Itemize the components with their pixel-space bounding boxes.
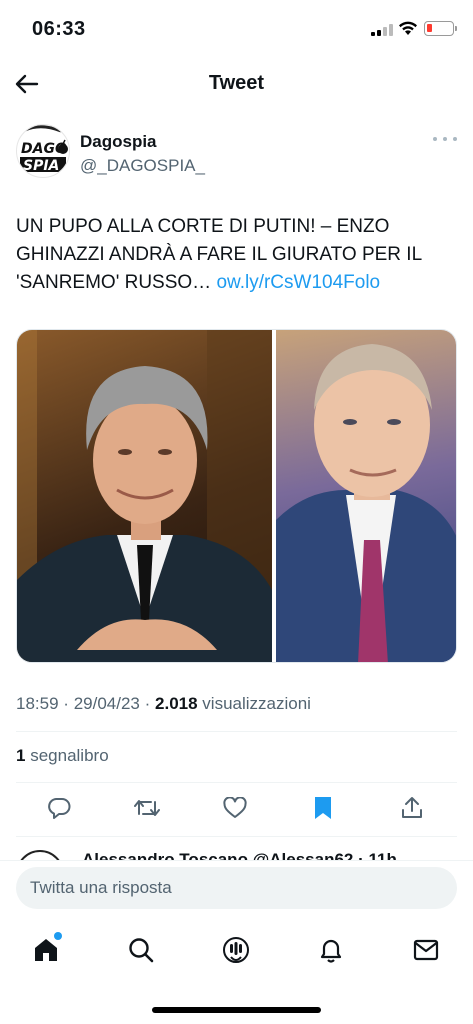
share-button[interactable] [396, 792, 428, 824]
tab-notifications[interactable] [313, 932, 349, 968]
bottom-tab-bar [0, 924, 473, 980]
page-title: Tweet [208, 72, 265, 94]
tab-search[interactable] [123, 932, 159, 968]
reply-preview[interactable]: Alessandro Toscano @Alessan62 · 11h [16, 840, 457, 860]
tab-messages[interactable] [408, 932, 444, 968]
avatar[interactable]: DAGO SPIA [16, 124, 70, 178]
bookmarks-count[interactable]: 1 segnalibro [16, 746, 109, 766]
divider [16, 731, 457, 732]
divider [16, 782, 457, 783]
tweet-time: 18:59 [16, 694, 59, 713]
reply-input[interactable]: Twitta una risposta [16, 867, 457, 909]
status-bar: 06:33 [0, 0, 473, 58]
tweet-author: DAGO SPIA Dagospia @_DAGOSPIA_ [16, 124, 457, 180]
more-icon [433, 137, 437, 141]
views-count: 2.018 [155, 694, 198, 713]
avatar [16, 850, 64, 860]
tweet-text: UN PUPO ALLA CORTE DI PUTIN! – ENZO GHIN… [16, 213, 457, 297]
reply-author: Alessandro Toscano @Alessan62 · 11h [82, 850, 397, 860]
search-icon [129, 938, 154, 963]
battery-icon [424, 21, 454, 36]
tweet-media[interactable] [16, 329, 457, 663]
messages-icon [413, 939, 439, 961]
wifi-icon [398, 20, 418, 36]
photo-portrait-1 [17, 330, 272, 662]
notification-dot [54, 932, 62, 940]
reply-composer: Twitta una risposta [0, 860, 473, 918]
photo-portrait-2 [276, 344, 456, 662]
notifications-icon [320, 939, 342, 963]
tweet-date: 29/04/23 [73, 694, 140, 713]
tab-spaces[interactable] [218, 932, 254, 968]
status-time: 06:33 [32, 18, 86, 40]
dagospia-logo-icon: DAGO SPIA [20, 125, 68, 174]
more-options-button[interactable] [433, 132, 457, 146]
retweet-icon [134, 800, 160, 816]
bookmark-button[interactable] [307, 792, 339, 824]
nav-header: Tweet [0, 60, 473, 108]
spaces-icon [223, 937, 249, 963]
author-handle[interactable]: @_DAGOSPIA_ [80, 156, 205, 176]
retweet-button[interactable] [131, 792, 163, 824]
like-button[interactable] [219, 792, 251, 824]
bookmark-label: segnalibro [30, 746, 109, 765]
tweet-meta: 18:59 · 29/04/23 · 2.018 visualizzazioni [16, 694, 311, 713]
author-name[interactable]: Dagospia [80, 132, 157, 152]
media-photo-2[interactable] [276, 330, 456, 662]
divider [16, 836, 457, 837]
like-icon [223, 797, 247, 818]
bookmark-icon [315, 797, 331, 819]
svg-text:SPIA: SPIA [23, 158, 59, 174]
share-icon [402, 797, 422, 818]
tweet-link[interactable]: ow.ly/rCsW104Folo [216, 272, 380, 293]
tab-home[interactable] [28, 932, 64, 968]
home-indicator [152, 1007, 321, 1013]
signal-icon [371, 24, 393, 36]
reply-button[interactable] [43, 792, 75, 824]
media-photo-1[interactable] [17, 330, 272, 662]
views-label: visualizzazioni [202, 694, 311, 713]
tweet-actions [0, 792, 473, 828]
home-icon [35, 939, 57, 961]
bookmark-number: 1 [16, 746, 26, 765]
reply-icon [48, 798, 71, 819]
